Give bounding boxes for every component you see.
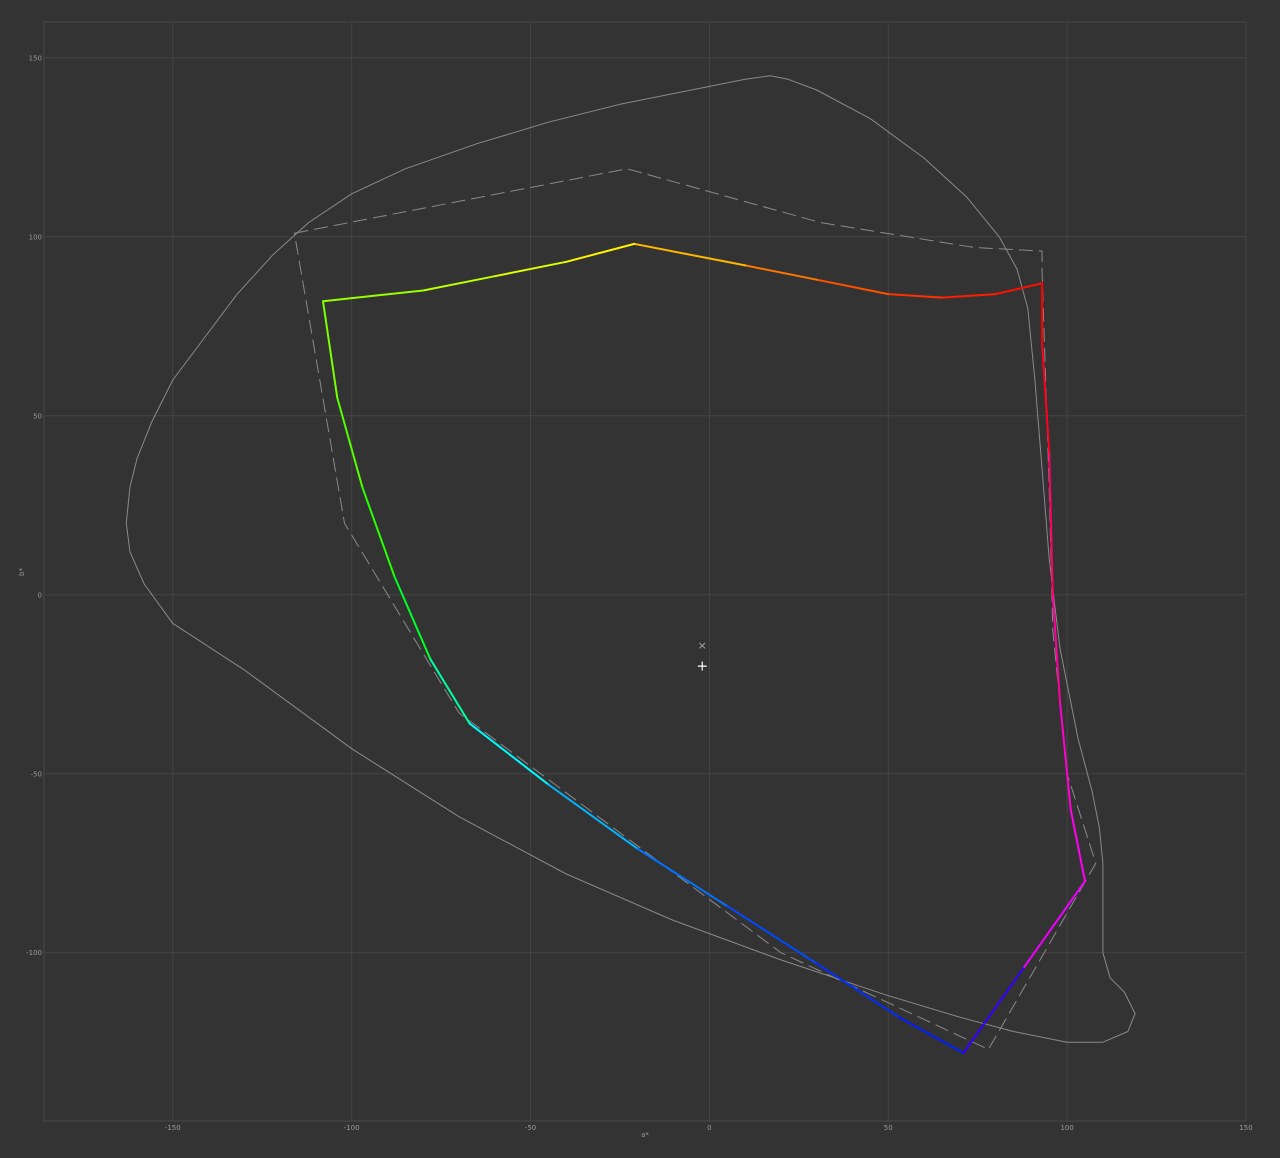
y-tick-label: 50	[33, 412, 42, 420]
reference-gamut-dashed-line	[293, 168, 1097, 1051]
marker-layer: ×+	[696, 639, 708, 674]
gamut-outline-segment	[887, 293, 943, 299]
gamut-outline-segment	[633, 242, 747, 267]
y-tick-label: 150	[29, 54, 42, 62]
gamut-outline-segment	[1041, 343, 1051, 453]
gamut-outline-segment	[1051, 593, 1061, 704]
x-tick-label: -50	[525, 1124, 536, 1132]
x-axis-label: a*	[641, 1131, 649, 1139]
gamut-outline-segment	[940, 293, 997, 299]
gamut-outline-segment	[322, 300, 339, 399]
grid	[43, 21, 1247, 1122]
x-tick-label: -150	[165, 1124, 181, 1132]
gamut-outline-segment	[994, 282, 1044, 296]
tick-labels: -150 -100 -50 0 50 100 150 150 100 50 0 -50 -100	[26, 54, 1253, 1132]
x-tick-label: 0	[707, 1124, 711, 1132]
gamut-outline-segment	[468, 722, 550, 786]
series-layer	[125, 75, 1136, 1054]
gamut-outline-segment	[565, 242, 636, 263]
gamut-outline-segment	[744, 264, 818, 281]
x-tick-label: -100	[344, 1124, 360, 1132]
y-tick-label: 0	[38, 591, 42, 599]
x-tick-label: 100	[1060, 1124, 1073, 1132]
gamut-outline-segment	[1069, 808, 1086, 883]
gamut-outline-segment	[429, 658, 471, 725]
gamut-outline-segment	[898, 1016, 965, 1054]
y-tick-label: -50	[31, 770, 42, 778]
spectral-locus-line	[125, 75, 1136, 1043]
gamut-outline-segment	[336, 396, 364, 489]
gamut-outline-segment	[422, 275, 496, 292]
gamut-outline-segment	[726, 905, 818, 965]
plot-frame	[43, 21, 1247, 1122]
gamut-outline-segment	[361, 486, 396, 578]
gamut-outline-segment	[815, 962, 900, 1019]
gamut-outline-segment	[636, 847, 729, 908]
lab-gamut-chart: ×+ -150 -100 -50 0 50 100 150150100500-50-100 …	[18, 21, 1253, 1139]
gamut-outline-segment	[322, 289, 425, 303]
gamut-outline-segment	[547, 783, 639, 850]
y-tick-label: -100	[26, 949, 42, 957]
x-tick-label: 150	[1239, 1124, 1252, 1132]
x-tick-label: 50	[884, 1124, 893, 1132]
gamut-outline-segment	[815, 278, 890, 296]
y-tick-label: 100	[29, 233, 42, 241]
gamut-outline-segment	[393, 575, 432, 661]
white-point-plus-marker: +	[696, 658, 708, 674]
y-axis-label: b*	[18, 568, 26, 576]
white-point-cross-marker: ×	[698, 639, 707, 652]
gamut-outline-segment	[1059, 701, 1072, 811]
gamut-outline-segment	[1023, 880, 1086, 969]
